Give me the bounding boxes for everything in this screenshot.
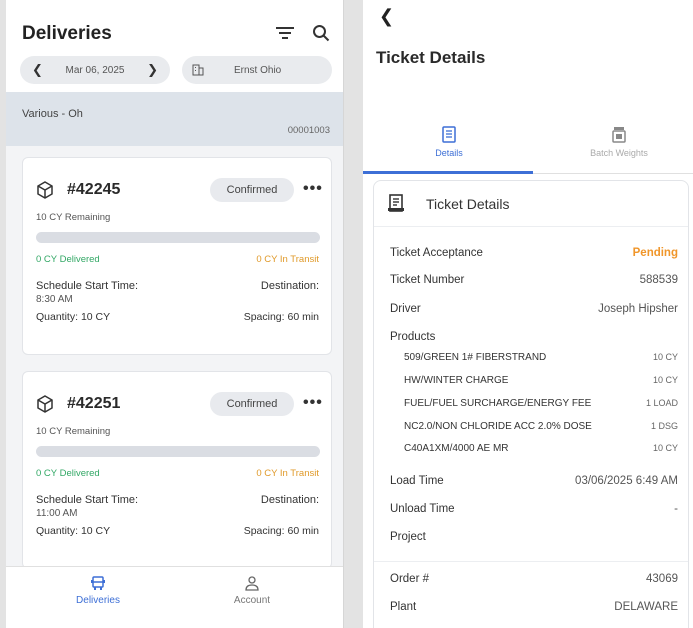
schedule-start-label: Schedule Start Time: bbox=[36, 494, 139, 506]
delivery-card[interactable]: #42251 Confirmed ••• 10 CY Remaining 0 C… bbox=[22, 371, 332, 569]
remaining-text: 10 CY Remaining bbox=[36, 426, 111, 437]
document-icon bbox=[442, 126, 456, 143]
products-label: Products bbox=[390, 331, 436, 343]
destination-label: Destination: bbox=[260, 280, 319, 292]
spacing-text: Spacing: 60 min bbox=[243, 311, 319, 323]
date-label: Mar 06, 2025 bbox=[65, 64, 125, 76]
product-name: 509/GREEN 1# FIBERSTRAND bbox=[404, 352, 547, 363]
quantity-text: Quantity: 10 CY bbox=[36, 525, 111, 537]
ticket-acceptance-label: Ticket Acceptance bbox=[390, 247, 483, 259]
nav-account-label: Account bbox=[233, 595, 271, 606]
product-name: C40A1XM/4000 AE MR bbox=[404, 443, 509, 454]
location-group-code: 00001003 bbox=[287, 125, 330, 136]
progress-bar bbox=[36, 232, 320, 243]
product-name: HW/WINTER CHARGE bbox=[404, 375, 509, 386]
plant-label: Ernst Ohio bbox=[234, 64, 282, 76]
ticket-details-card: Ticket Details Ticket Acceptance Pending… bbox=[373, 180, 689, 628]
cube-icon bbox=[37, 395, 53, 413]
cube-icon bbox=[37, 181, 53, 199]
schedule-start-time: 11:00 AM bbox=[36, 508, 78, 519]
weight-icon bbox=[612, 127, 626, 143]
tab-details-label: Details bbox=[435, 148, 463, 158]
ticket-number-value: 588539 bbox=[639, 274, 678, 286]
ticket-number-label: Ticket Number bbox=[390, 274, 465, 286]
ticket-number: #42245 bbox=[67, 181, 121, 198]
date-picker[interactable]: ❮ Mar 06, 2025 ❯ bbox=[20, 56, 170, 84]
next-date-button[interactable]: ❯ bbox=[147, 62, 158, 78]
tab-details[interactable]: Details bbox=[369, 126, 529, 158]
active-tab-indicator bbox=[363, 171, 533, 174]
location-group-header[interactable]: Various - Oh 00001003 bbox=[6, 92, 343, 146]
load-time-label: Load Time bbox=[390, 475, 444, 487]
nav-deliveries-label: Deliveries bbox=[76, 595, 120, 606]
more-options-icon[interactable]: ••• bbox=[303, 394, 323, 412]
destination-label: Destination: bbox=[260, 494, 319, 506]
deliveries-panel: Deliveries ❮ Mar 06, 2025 ❯ Ernst Ohio V… bbox=[6, 0, 344, 628]
delivered-text: 0 CY Delivered bbox=[36, 468, 100, 479]
product-qty: 10 CY bbox=[652, 352, 678, 362]
card-title: Ticket Details bbox=[426, 196, 510, 212]
product-qty: 10 CY bbox=[652, 443, 678, 453]
plant-value: DELAWARE bbox=[614, 601, 678, 613]
schedule-start-label: Schedule Start Time: bbox=[36, 280, 139, 292]
project-label: Project bbox=[390, 531, 426, 543]
delivered-text: 0 CY Delivered bbox=[36, 254, 100, 265]
card-header: Ticket Details bbox=[374, 181, 688, 227]
order-label: Order # bbox=[390, 573, 429, 585]
driver-value: Joseph Hipsher bbox=[598, 303, 678, 315]
remaining-text: 10 CY Remaining bbox=[36, 212, 111, 223]
product-qty: 10 CY bbox=[652, 375, 678, 385]
person-icon bbox=[245, 576, 259, 591]
delivery-card[interactable]: #42245 Confirmed ••• 10 CY Remaining 0 C… bbox=[22, 157, 332, 355]
schedule-start-time: 8:30 AM bbox=[36, 294, 73, 305]
truck-icon bbox=[91, 576, 105, 590]
plant-selector[interactable]: Ernst Ohio bbox=[182, 56, 332, 84]
filter-icon[interactable] bbox=[272, 20, 298, 46]
receipt-icon bbox=[388, 194, 404, 212]
tab-batch-weights[interactable]: Batch Weights bbox=[539, 126, 693, 158]
tab-batch-weights-label: Batch Weights bbox=[590, 148, 648, 158]
in-transit-text: 0 CY In Transit bbox=[256, 254, 319, 265]
product-qty: 1 LOAD bbox=[645, 398, 678, 408]
quantity-text: Quantity: 10 CY bbox=[36, 311, 111, 323]
order-value: 43069 bbox=[646, 573, 678, 585]
page-title: Deliveries bbox=[22, 23, 112, 44]
product-name: FUEL/FUEL SURCHARGE/ENERGY FEE bbox=[404, 398, 592, 409]
more-options-icon[interactable]: ••• bbox=[303, 180, 323, 198]
page-title: Ticket Details bbox=[376, 48, 486, 67]
driver-label: Driver bbox=[390, 303, 421, 315]
location-group-name: Various - Oh bbox=[22, 108, 83, 120]
nav-account[interactable]: Account bbox=[192, 575, 312, 606]
product-qty: 1 DSG bbox=[650, 421, 678, 431]
product-name: NC2.0/NON CHLORIDE ACC 2.0% DOSE bbox=[404, 421, 592, 432]
bottom-nav: Deliveries Account bbox=[6, 566, 343, 628]
back-icon[interactable]: ❮ bbox=[379, 6, 394, 27]
ticket-acceptance-value: Pending bbox=[632, 247, 678, 259]
unload-time-value: - bbox=[674, 503, 678, 515]
nav-deliveries[interactable]: Deliveries bbox=[38, 575, 158, 606]
spacing-text: Spacing: 60 min bbox=[243, 525, 319, 537]
previous-date-button[interactable]: ❮ bbox=[32, 62, 43, 78]
deliveries-header: Deliveries ❮ Mar 06, 2025 ❯ Ernst Ohio bbox=[6, 0, 343, 92]
ticket-details-panel: ❮ Ticket Details Details Batch Weights T… bbox=[363, 0, 693, 628]
building-icon bbox=[192, 64, 204, 76]
status-badge: Confirmed bbox=[210, 178, 294, 202]
app-root: Deliveries ❮ Mar 06, 2025 ❯ Ernst Ohio V… bbox=[0, 0, 693, 628]
ticket-number: #42251 bbox=[67, 395, 121, 412]
divider bbox=[374, 561, 688, 562]
unload-time-label: Unload Time bbox=[390, 503, 455, 515]
load-time-value: 03/06/2025 6:49 AM bbox=[575, 475, 678, 487]
status-badge: Confirmed bbox=[210, 392, 294, 416]
progress-bar bbox=[36, 446, 320, 457]
in-transit-text: 0 CY In Transit bbox=[256, 468, 319, 479]
search-icon[interactable] bbox=[308, 20, 334, 46]
plant-label: Plant bbox=[390, 601, 417, 613]
